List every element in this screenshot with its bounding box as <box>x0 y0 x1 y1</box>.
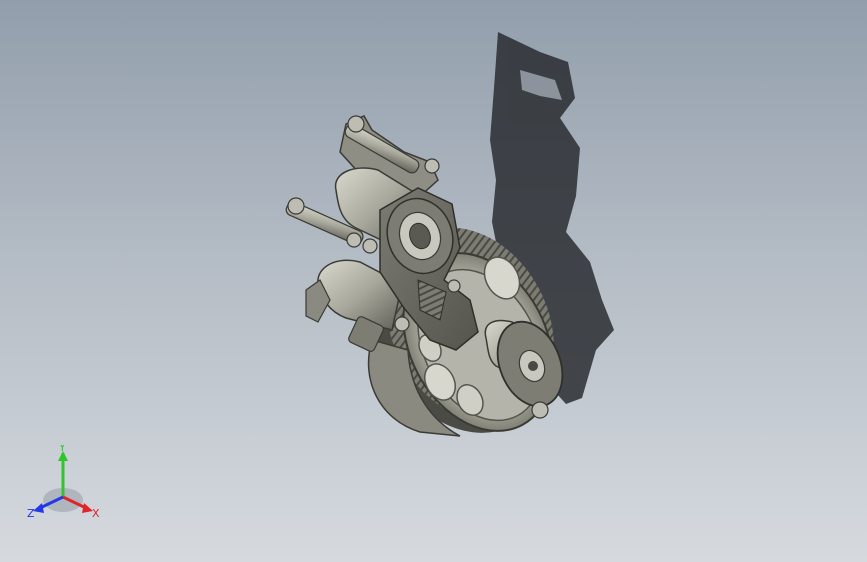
z-axis-label: Z <box>27 507 35 520</box>
y-axis-label: Y <box>58 445 66 454</box>
assembly-model[interactable] <box>0 0 867 562</box>
graphics-viewport[interactable]: Y X Z <box>0 0 867 562</box>
axis-triad: Y X Z <box>27 445 100 520</box>
z-axis-head <box>33 503 44 513</box>
x-axis-label: X <box>92 507 100 520</box>
